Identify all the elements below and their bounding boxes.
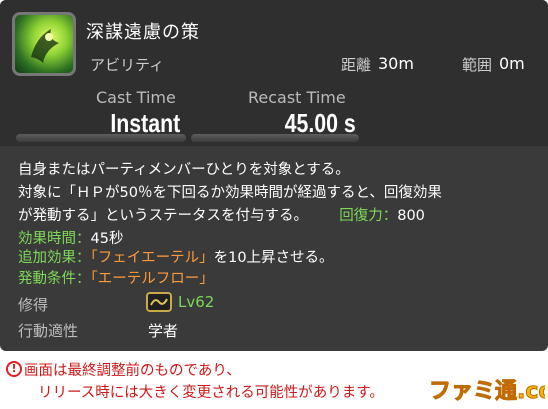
warning-icon: !: [6, 361, 22, 377]
range-value: 30m: [378, 54, 414, 73]
duration-value: 45秒: [90, 231, 124, 247]
description-line-3-text: が発動する」というステータスを付与する。: [18, 208, 308, 224]
job-label: 行動適性: [18, 322, 79, 340]
disclaimer-line-2: リリース時には大きく変更される可能性があります。: [38, 385, 384, 401]
extra-effect-row: 追加効果：「フェイエーテル」を10上昇させる。: [18, 246, 334, 267]
description-line-2: 対象に「ＨＰが50％を下回るか効果時間が経過すると、回復効果: [18, 185, 442, 201]
disclaimer: ! 画面は最終調整前のものであり、 リリース時には大きく変更される可能性がありま…: [0, 355, 548, 407]
duration-row: 効果時間：45秒: [18, 227, 123, 248]
radius-label: 範囲: [462, 56, 493, 74]
skill-name: 深謀遠慮の策: [86, 22, 200, 43]
disclaimer-line-1: 画面は最終調整前のものであり、: [24, 363, 241, 379]
recast-time-label: Recast Time: [248, 88, 346, 107]
tooltip-header: 深謀遠慮の策 アビリティ 距離 30m 範囲 0m Cast Time Inst…: [0, 0, 548, 146]
range-label: 距離: [341, 56, 372, 74]
cast-time-label: Cast Time: [96, 88, 176, 107]
ability-tooltip: 深謀遠慮の策 アビリティ 距離 30m 範囲 0m Cast Time Inst…: [0, 0, 548, 351]
condition-label: 発動条件：: [18, 271, 91, 287]
acquire-label: 修得: [18, 296, 49, 314]
condition-value: 「エーテルフロー」: [90, 271, 214, 287]
job-value: 学者: [148, 322, 179, 340]
skill-icon: [12, 12, 76, 76]
extra-effect-text: を10上昇させる。: [213, 250, 334, 266]
job-level-icon: [146, 292, 172, 312]
famitsu-logo: ファミ通.com: [427, 373, 548, 405]
description-line-1: 自身またはパーティメンバーひとりを対象とする。: [18, 162, 350, 178]
extra-effect-label: 追加効果：: [18, 250, 91, 266]
duration-label: 効果時間：: [18, 231, 91, 247]
acquire-level: Lv62: [178, 293, 215, 311]
fairy-icon: [31, 29, 59, 63]
potency-label: 回復力：: [339, 208, 398, 224]
logo-text: ファミ通.com: [429, 379, 545, 404]
description-line-3: が発動する」というステータスを付与する。 回復力：800: [18, 204, 425, 225]
cast-time-bar: [16, 134, 186, 142]
potency-value: 800: [397, 208, 425, 224]
recast-time-bar: [191, 134, 359, 142]
radius-value: 0m: [499, 54, 525, 73]
extra-effect-name: 「フェイエーテル」: [90, 250, 214, 266]
condition-row: 発動条件：「エーテルフロー」: [18, 267, 214, 288]
skill-type: アビリティ: [90, 56, 165, 74]
